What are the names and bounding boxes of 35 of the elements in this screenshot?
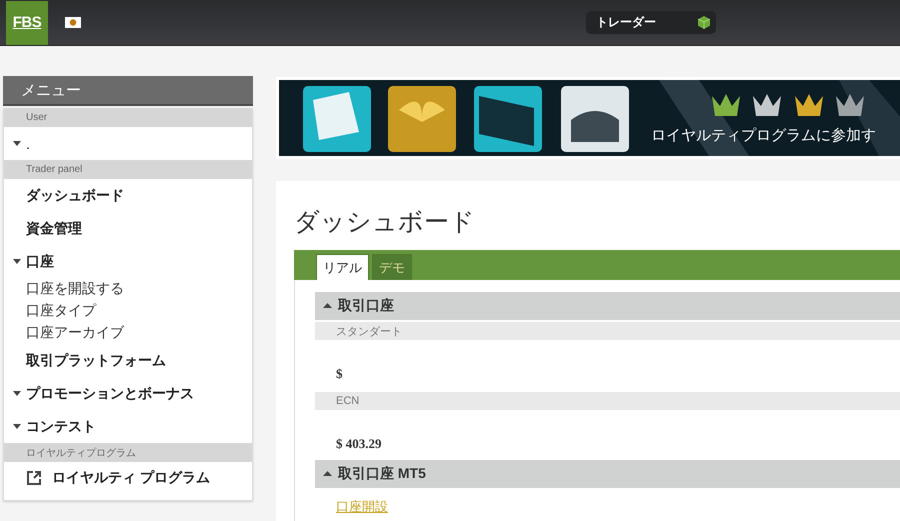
account-type: ECN [315, 392, 900, 410]
menu-item[interactable]: ダッシュボード [4, 179, 252, 212]
menu-group[interactable]: 口座 [4, 245, 252, 278]
logo[interactable]: FBS [6, 0, 48, 44]
banner-caption: ロイヤルティプログラムに参加す [651, 126, 876, 145]
section-header[interactable]: 取引口座 MT5 [315, 460, 900, 488]
caret-icon [12, 390, 22, 396]
caret-icon [12, 424, 22, 430]
menu-section-header: ロイヤルティプログラム [4, 443, 252, 462]
menu-section-header: User [4, 108, 252, 127]
section-header[interactable]: 取引口座 [315, 292, 900, 320]
caret-icon [12, 258, 22, 264]
tab[interactable]: リアル [316, 254, 369, 280]
menu-item[interactable]: 取引プラットフォーム [4, 344, 252, 377]
menu-group[interactable]: . [4, 127, 252, 160]
cube-icon [698, 16, 710, 29]
external-link-icon [26, 470, 42, 486]
menu-item[interactable]: ロイヤルティ プログラム [4, 462, 252, 494]
menu-item[interactable]: 資金管理 [4, 212, 252, 245]
user-menu[interactable]: トレーダー [586, 11, 716, 34]
page-title: ダッシュボード [294, 207, 476, 238]
menu-subitem[interactable]: 口座を開設する [4, 278, 252, 300]
menu-subitem[interactable]: 口座タイプ [4, 300, 252, 322]
caret-icon [12, 140, 22, 146]
account-type: スタンダート [315, 322, 900, 340]
menu-section-header: Trader panel [4, 160, 252, 179]
account-balance: $ 403.29 [335, 435, 382, 453]
caret-icon [323, 303, 332, 309]
flag-icon[interactable] [65, 17, 81, 28]
menu-group[interactable]: コンテスト [4, 410, 252, 443]
account-balance: $ [335, 365, 344, 383]
caret-icon [323, 471, 332, 477]
menu-subitem[interactable]: 口座アーカイブ [4, 322, 252, 344]
menu-group[interactable]: プロモーションとボーナス [4, 377, 252, 410]
menu-header: メニュー [3, 76, 253, 106]
